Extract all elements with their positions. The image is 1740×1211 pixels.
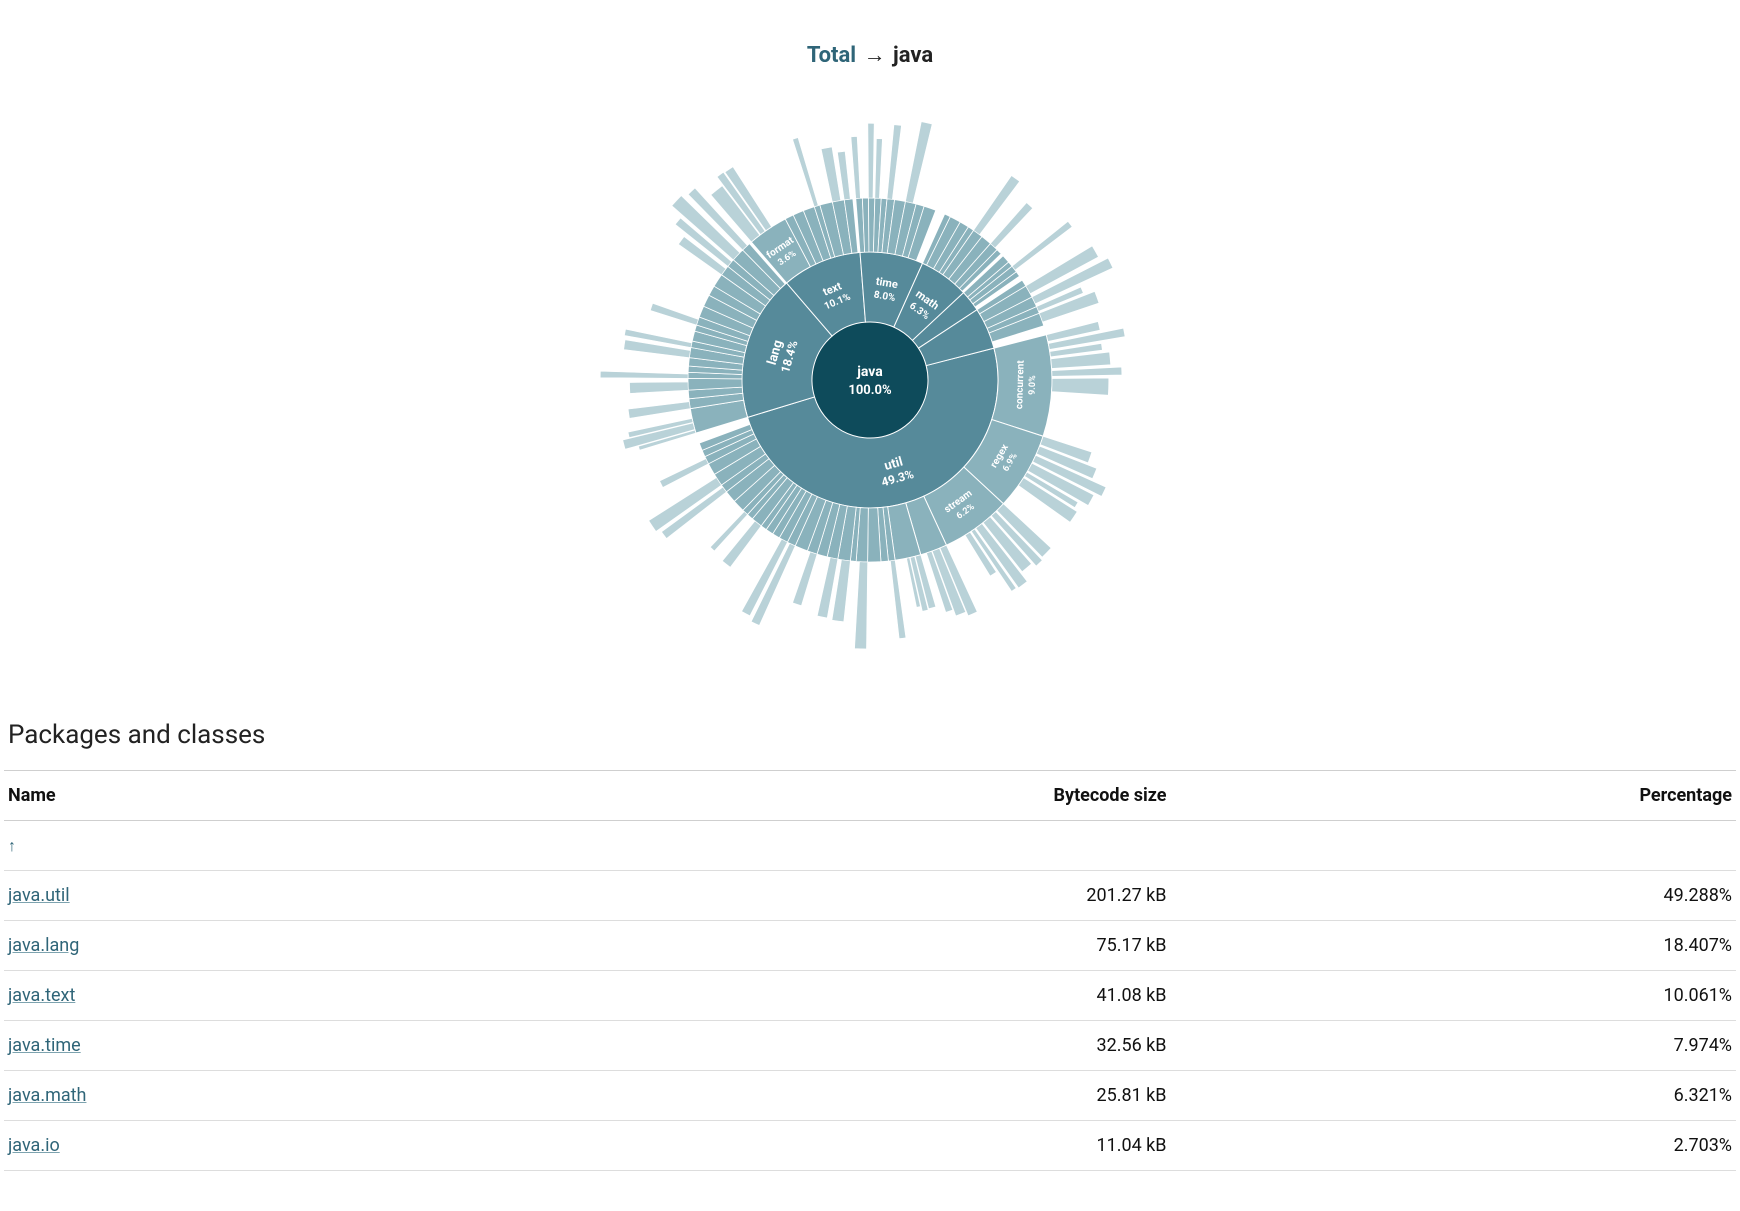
ring3-sliver[interactable] xyxy=(890,560,905,638)
size-cell: 25.81 kB xyxy=(490,1071,1170,1121)
sunburst-center[interactable] xyxy=(812,322,928,438)
ring3-sliver[interactable] xyxy=(905,122,932,203)
ring3-sliver[interactable] xyxy=(1052,367,1122,376)
ring3-sliver[interactable] xyxy=(875,139,883,199)
pct-cell: 18.407% xyxy=(1171,921,1736,971)
breadcrumb: Total → java xyxy=(0,42,1740,68)
table-row: java.lang 75.17 kB18.407% xyxy=(4,921,1736,971)
ring3-sliver[interactable] xyxy=(851,137,860,199)
package-link[interactable]: java.io xyxy=(8,1135,60,1156)
package-link[interactable]: java.util xyxy=(8,885,70,906)
ring3-sliver[interactable] xyxy=(660,459,709,488)
ring3-sliver[interactable] xyxy=(793,138,819,207)
ring3-sliver[interactable] xyxy=(630,382,689,393)
breadcrumb-root-link[interactable]: Total xyxy=(807,43,856,68)
size-cell: 11.04 kB xyxy=(490,1121,1170,1171)
sunburst-chart-container: java100.0%util49.3%concurrent9.0%regex6.… xyxy=(0,80,1740,680)
ring3-sliver[interactable] xyxy=(722,521,761,567)
package-link[interactable]: java.text xyxy=(8,985,75,1006)
ring3-sliver[interactable] xyxy=(628,402,690,419)
breadcrumb-separator: → xyxy=(864,43,886,68)
packages-table: Name Bytecode size Percentage ↑ java.util… xyxy=(4,770,1736,1171)
ring3-sliver[interactable] xyxy=(650,303,698,325)
ring3-sliver[interactable] xyxy=(1052,378,1109,395)
pct-cell: 6.321% xyxy=(1171,1071,1736,1121)
package-link[interactable]: java.math xyxy=(8,1085,86,1106)
up-link[interactable]: ↑ xyxy=(8,836,16,855)
size-cell: 32.56 kB xyxy=(490,1021,1170,1071)
size-cell: 41.08 kB xyxy=(490,971,1170,1021)
col-name: Name xyxy=(4,771,490,821)
ring3-sliver[interactable] xyxy=(793,552,817,606)
package-link[interactable]: java.lang xyxy=(8,935,79,956)
ring3-sliver[interactable] xyxy=(868,123,874,198)
col-size: Bytecode size xyxy=(490,771,1170,821)
ring3-sliver[interactable] xyxy=(887,125,901,200)
table-row: java.text 41.08 kB10.061% xyxy=(4,971,1736,1021)
table-row-up: ↑ xyxy=(4,821,1736,871)
col-pct: Percentage xyxy=(1171,771,1736,821)
table-row: java.time 32.56 kB7.974% xyxy=(4,1021,1736,1071)
size-cell: 201.27 kB xyxy=(490,871,1170,921)
sunburst-chart[interactable]: java100.0%util49.3%concurrent9.0%regex6.… xyxy=(520,80,1220,680)
package-link[interactable]: java.time xyxy=(8,1035,81,1056)
ring3-sliver[interactable] xyxy=(600,371,688,378)
pct-cell: 10.061% xyxy=(1171,971,1736,1021)
table-row: java.util 201.27 kB49.288% xyxy=(4,871,1736,921)
ring3-sliver[interactable] xyxy=(855,562,868,649)
breadcrumb-current: java xyxy=(893,43,933,68)
table-row: java.io 11.04 kB2.703% xyxy=(4,1121,1736,1171)
pct-cell: 2.703% xyxy=(1171,1121,1736,1171)
section-title: Packages and classes xyxy=(8,720,1736,750)
pct-cell: 7.974% xyxy=(1171,1021,1736,1071)
size-cell: 75.17 kB xyxy=(490,921,1170,971)
ring2-seg-concurrent[interactable] xyxy=(992,335,1052,437)
ring3-sliver[interactable] xyxy=(1012,221,1072,270)
table-row: java.math 25.81 kB6.321% xyxy=(4,1071,1736,1121)
pct-cell: 49.288% xyxy=(1171,871,1736,921)
